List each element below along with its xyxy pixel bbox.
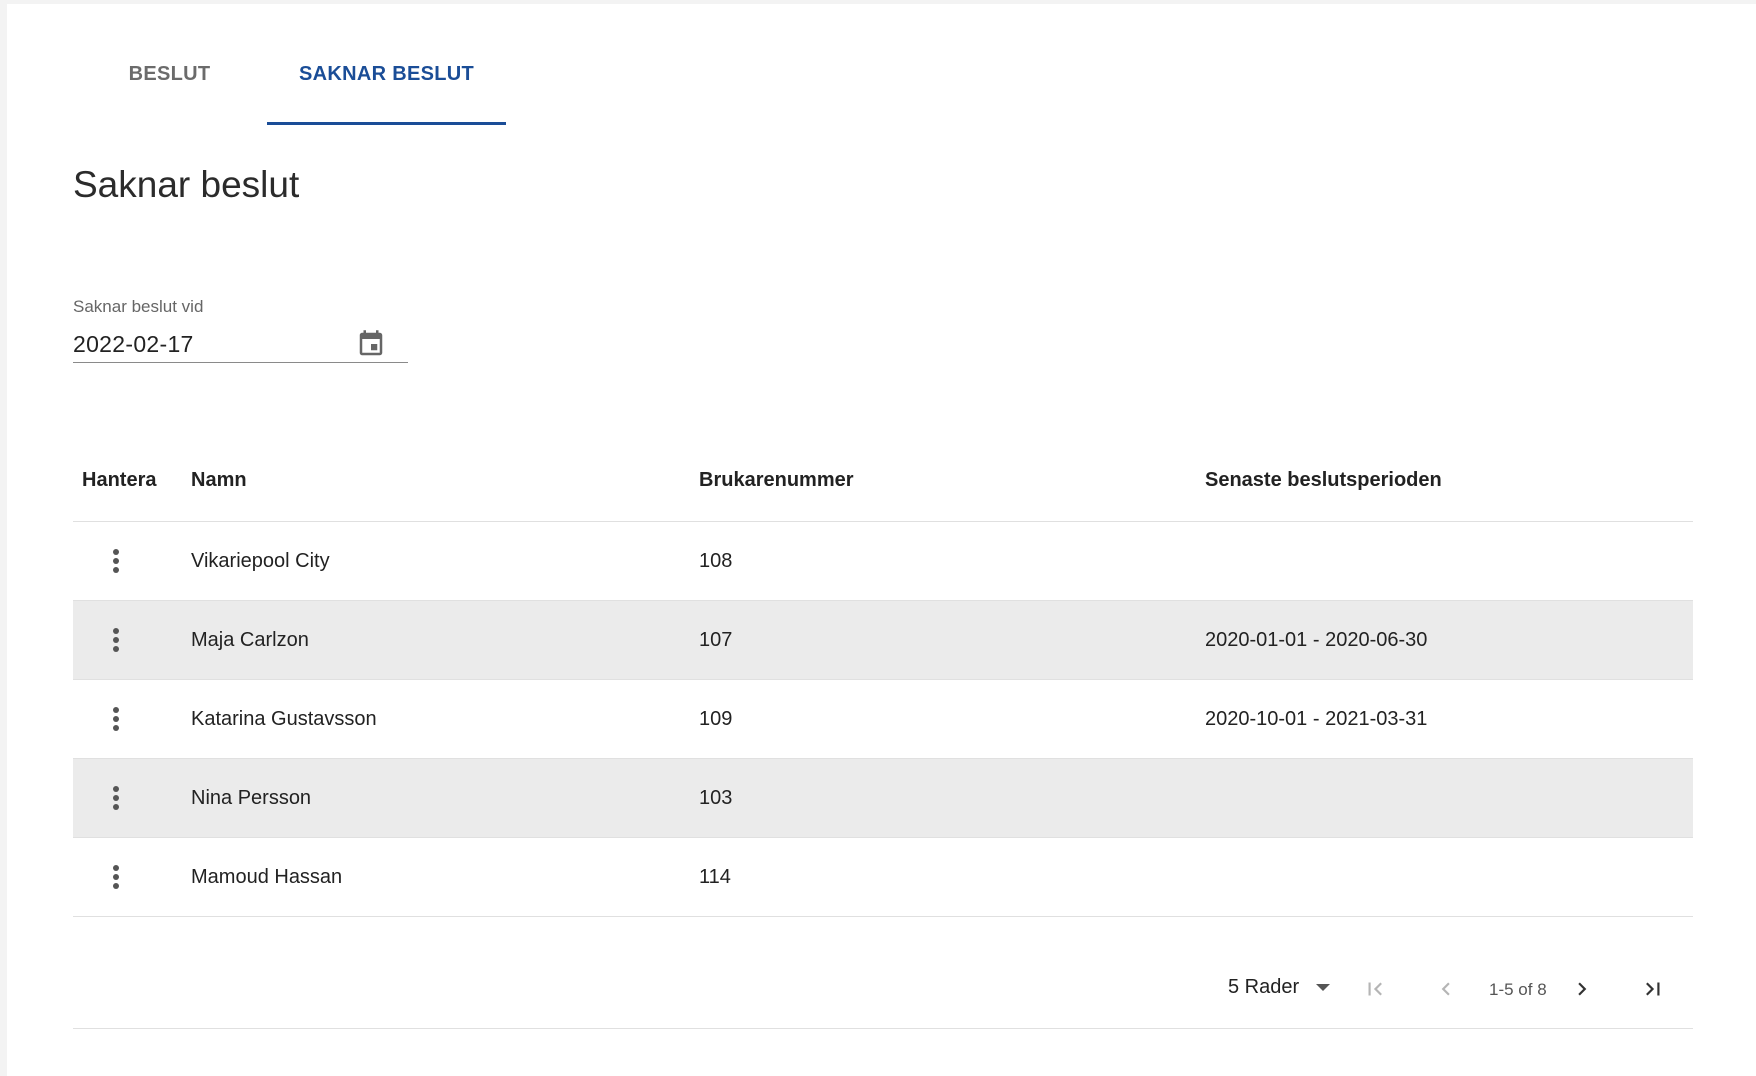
column-header-senaste-beslutsperioden[interactable]: Senaste beslutsperioden	[1205, 469, 1442, 492]
cell-name: Vikariepool City	[191, 550, 330, 572]
date-field[interactable]: Saknar beslut vid 2022-02-17	[73, 297, 408, 363]
table-row[interactable]: Maja Carlzon 107 2020-01-01 - 2020-06-30	[73, 601, 1693, 680]
table-row[interactable]: Mamoud Hassan 114	[73, 838, 1693, 917]
column-header-namn[interactable]: Namn	[191, 469, 247, 492]
more-vert-icon[interactable]	[106, 704, 126, 734]
column-header-hantera: Hantera	[82, 469, 157, 491]
table-row[interactable]: Vikariepool City 108	[73, 522, 1693, 601]
dropdown-arrow-icon	[1316, 984, 1331, 991]
first-page-icon[interactable]	[1362, 976, 1388, 1002]
table-row[interactable]: Nina Persson 103	[73, 759, 1693, 838]
cell-number: 103	[699, 787, 733, 809]
next-page-icon[interactable]	[1569, 976, 1595, 1002]
cell-name: Nina Persson	[191, 787, 312, 809]
content-card: BESLUT SAKNAR BESLUT Saknar beslut Sakna…	[7, 4, 1756, 1076]
rows-per-page-select[interactable]: 5 Rader	[1228, 976, 1331, 999]
cell-name: Mamoud Hassan	[191, 866, 343, 888]
cell-number: 108	[699, 550, 733, 572]
date-field-underline	[73, 362, 408, 363]
cell-period: 2020-10-01 - 2021-03-31	[1205, 708, 1428, 730]
tab-bar: BESLUT SAKNAR BESLUT	[72, 24, 506, 125]
cell-name: Maja Carlzon	[191, 629, 309, 651]
date-field-label: Saknar beslut vid	[73, 297, 204, 316]
page-title: Saknar beslut	[73, 164, 300, 205]
rows-per-page-value: 5 Rader	[1228, 976, 1300, 998]
cell-number: 114	[699, 866, 731, 888]
tab-saknar-beslut-label: SAKNAR BESLUT	[298, 63, 474, 85]
cell-period: 2020-01-01 - 2020-06-30	[1205, 629, 1428, 651]
table-pagination: 5 Rader 1-5 of 8	[73, 919, 1693, 1029]
more-vert-icon[interactable]	[106, 783, 126, 813]
pagination-range: 1-5 of 8	[1489, 980, 1547, 999]
more-vert-icon[interactable]	[106, 546, 126, 576]
cell-number: 107	[699, 629, 733, 651]
cell-number: 109	[699, 708, 733, 730]
more-vert-icon[interactable]	[106, 625, 126, 655]
column-header-brukarenummer[interactable]: Brukarenummer	[699, 469, 854, 492]
table-row[interactable]: Katarina Gustavsson 109 2020-10-01 - 202…	[73, 680, 1693, 759]
missing-decisions-table: Hantera Namn Brukarenummer Senaste beslu…	[73, 439, 1693, 917]
tab-beslut-label: BESLUT	[128, 63, 211, 85]
last-page-icon[interactable]	[1640, 976, 1666, 1002]
more-vert-icon[interactable]	[106, 862, 126, 892]
previous-page-icon[interactable]	[1433, 976, 1459, 1002]
cell-name: Katarina Gustavsson	[191, 708, 377, 730]
date-field-value[interactable]: 2022-02-17	[73, 331, 194, 358]
tab-beslut[interactable]: BESLUT	[72, 24, 267, 125]
tab-saknar-beslut[interactable]: SAKNAR BESLUT	[267, 24, 506, 125]
calendar-icon[interactable]	[356, 328, 386, 360]
table-header: Hantera Namn Brukarenummer Senaste beslu…	[73, 439, 1693, 522]
